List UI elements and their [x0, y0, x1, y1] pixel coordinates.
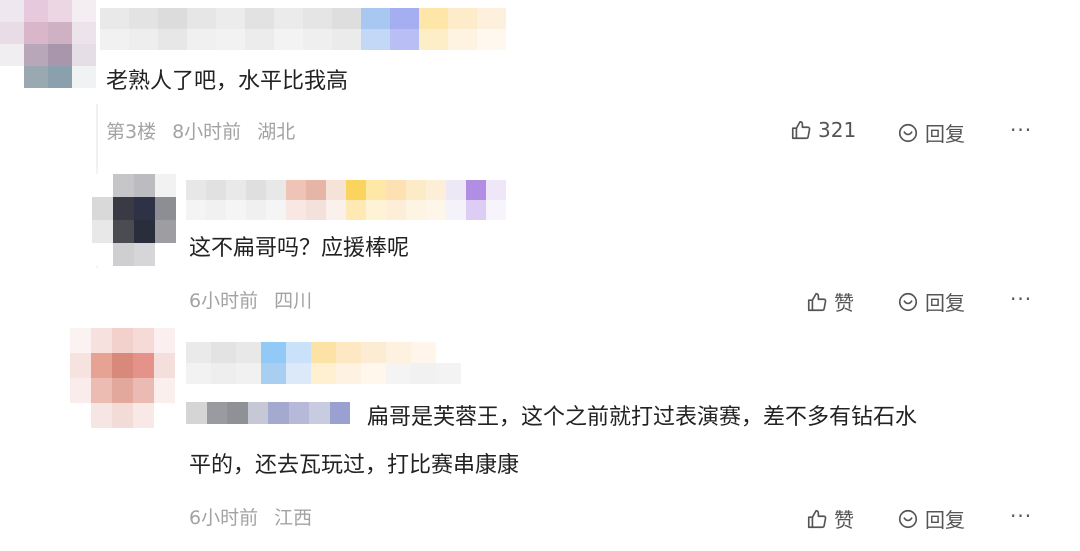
location: 江西: [274, 507, 313, 529]
username-blurred[interactable]: [186, 342, 486, 384]
username-blurred[interactable]: [186, 180, 506, 220]
reply-bubble-icon: [898, 292, 918, 311]
thumbs-up-icon: [807, 509, 827, 528]
thumbs-up-icon: [807, 292, 827, 311]
reply-button[interactable]: 回复: [897, 287, 965, 316]
avatar[interactable]: [0, 0, 96, 90]
timestamp: 6小时前: [189, 507, 259, 529]
thread-line: [96, 104, 98, 174]
reply-bubble-icon: [898, 123, 918, 142]
comment-text-line-1: 扁哥是芙蓉王，这个之前就打过表演赛，差不多有钻石水: [367, 405, 918, 430]
like-button[interactable]: 321: [790, 118, 856, 142]
reply-label: 回复: [925, 291, 965, 315]
floor-number: 第3楼: [106, 121, 157, 143]
like-label: 赞: [834, 291, 854, 315]
reply-button[interactable]: 回复: [897, 504, 965, 533]
comment-text-line-2: 平的，还去瓦玩过，打比赛串康康: [189, 453, 520, 478]
more-options-button[interactable]: ···: [1010, 504, 1032, 528]
like-label: 赞: [834, 508, 854, 532]
thumbs-up-icon: [791, 120, 811, 140]
comment-meta: 6小时前 四川: [189, 288, 312, 314]
like-count: 321: [818, 118, 857, 142]
like-button[interactable]: 赞: [806, 504, 854, 533]
reply-bubble-icon: [898, 509, 918, 528]
more-options-button[interactable]: ···: [1010, 118, 1032, 142]
comment-meta: 第3楼 8小时前 湖北: [106, 119, 295, 145]
user-badges-blurred: [186, 402, 350, 424]
like-button[interactable]: 赞: [806, 287, 854, 316]
location: 四川: [274, 290, 313, 312]
avatar[interactable]: [70, 328, 176, 428]
timestamp: 6小时前: [189, 290, 259, 312]
comment-meta: 6小时前 江西: [189, 505, 312, 531]
location: 湖北: [257, 121, 296, 143]
reply-button[interactable]: 回复: [897, 118, 965, 147]
reply-label: 回复: [925, 508, 965, 532]
avatar[interactable]: [92, 174, 176, 266]
comment-text: 这不扁哥吗？应援棒呢: [189, 236, 410, 261]
comment-text: 老熟人了吧，水平比我高: [106, 69, 349, 94]
reply-label: 回复: [925, 122, 965, 146]
username-blurred[interactable]: [100, 8, 506, 50]
more-options-button[interactable]: ···: [1010, 287, 1032, 311]
timestamp: 8小时前: [172, 121, 242, 143]
